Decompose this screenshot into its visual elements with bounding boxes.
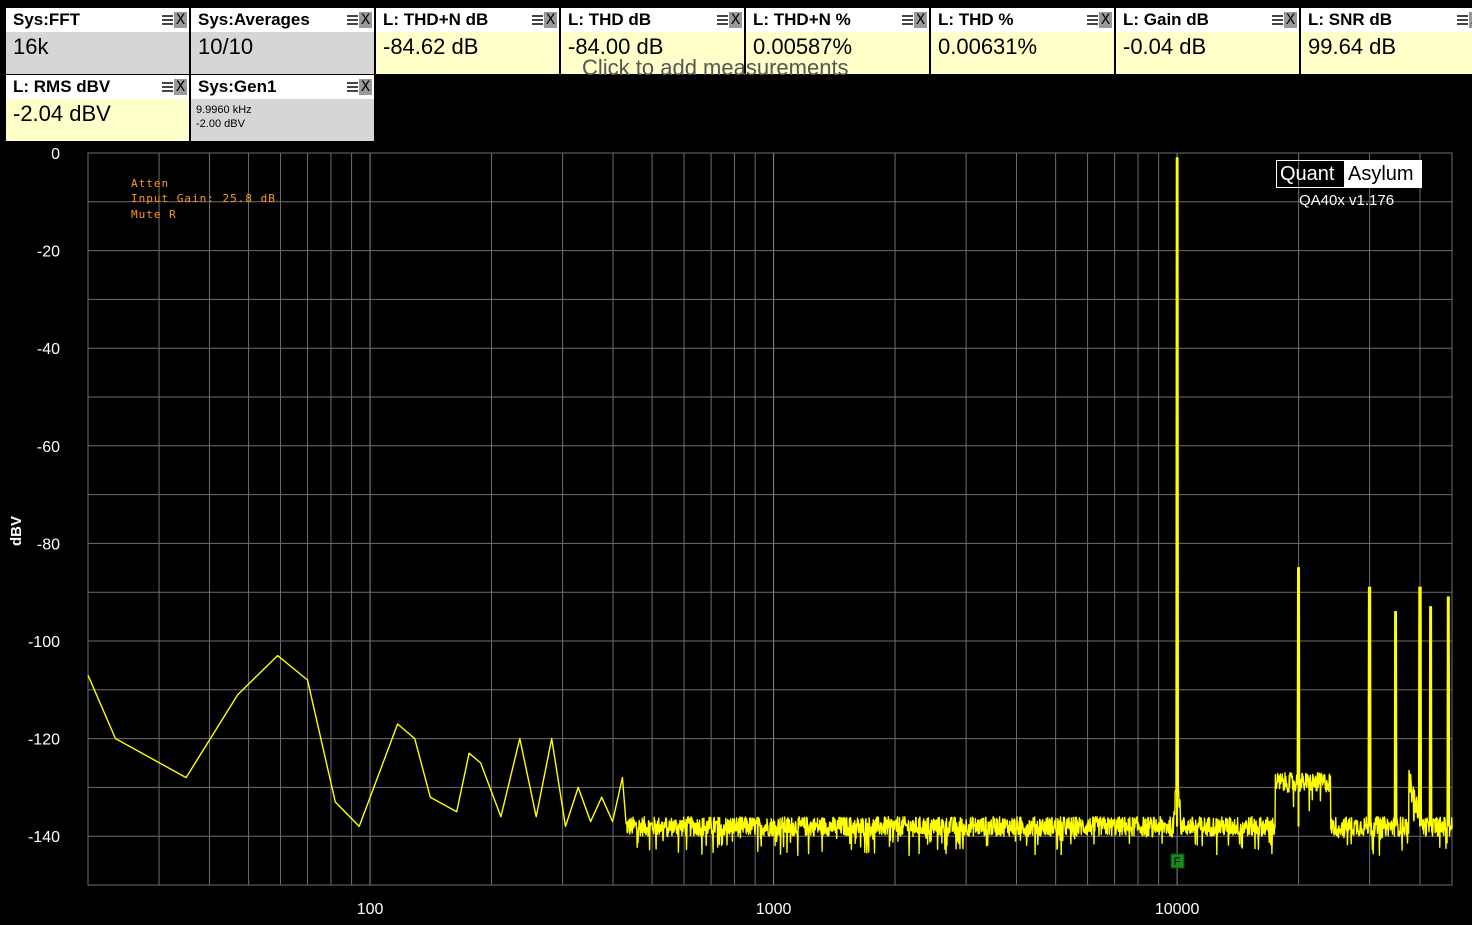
plot-area-border	[87, 152, 1453, 886]
y-tick-label: -100	[28, 634, 60, 651]
y-tick-label: -20	[37, 244, 60, 261]
x-tick-label: 10000	[1155, 901, 1200, 918]
x-tick-label: 100	[357, 901, 384, 918]
y-tick-label: -120	[28, 732, 60, 749]
status-note-input-gain: Input Gain: 25.8 dB	[131, 192, 276, 205]
y-axis-label: dBV	[8, 516, 25, 546]
y-tick-label: -80	[37, 536, 60, 553]
x-tick-label: 1000	[756, 901, 792, 918]
spectrum-trace	[87, 157, 1453, 857]
y-tick-label: -60	[37, 439, 60, 456]
status-note-mute: Mute R	[131, 208, 177, 221]
status-note-atten: Atten	[131, 177, 170, 190]
quantasylum-logo: Quant Asylum	[1276, 160, 1422, 188]
y-tick-label: 0	[51, 146, 60, 163]
app-version: QA40x v1.176	[1299, 192, 1395, 209]
fft-spectrum-chart[interactable]: 0 -20 -40 -60 -80 -100 -120 -140 100 1000 10000 dBV…	[0, 0, 1472, 925]
logo-left-text: Quant	[1280, 163, 1335, 185]
logo-right-text: Asylum	[1344, 161, 1421, 187]
fundamental-marker-label: F	[1174, 856, 1181, 868]
y-tick-label: -40	[37, 341, 60, 358]
y-tick-label: -140	[28, 829, 60, 846]
